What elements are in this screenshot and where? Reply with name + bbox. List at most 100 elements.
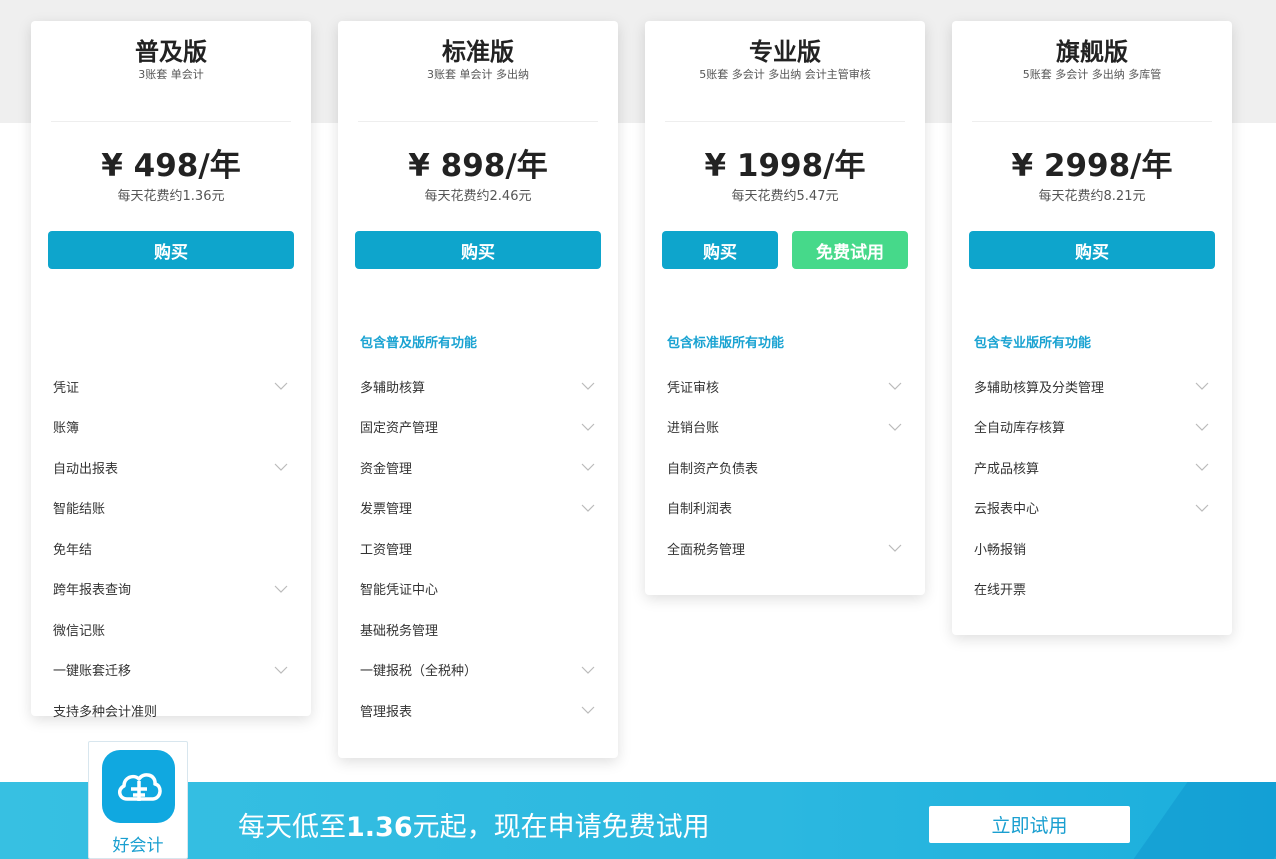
chevron-down-icon[interactable] bbox=[580, 503, 596, 513]
chevron-down-icon[interactable] bbox=[887, 543, 903, 553]
plan-header: 旗舰版 5账套 多会计 多出纳 多库管 bbox=[972, 21, 1212, 122]
chevron-down-icon[interactable] bbox=[273, 462, 289, 472]
plan-price: ¥ 2998/年 bbox=[1011, 148, 1173, 184]
buy-button[interactable]: 购买 bbox=[969, 231, 1215, 269]
chevron-down-icon[interactable] bbox=[1194, 381, 1210, 391]
feature-item[interactable]: 进销台账 bbox=[667, 407, 903, 448]
buy-button[interactable]: 购买 bbox=[355, 231, 601, 269]
plan-name: 标准版 bbox=[442, 38, 514, 66]
chevron-down-icon[interactable] bbox=[1194, 462, 1210, 472]
feature-item[interactable]: 自动出报表 bbox=[53, 447, 289, 488]
feature-label: 凭证审核 bbox=[667, 380, 720, 396]
chevron-down-icon[interactable] bbox=[273, 665, 289, 675]
feature-item[interactable]: 一键账套迁移 bbox=[53, 650, 289, 691]
feature-label: 免年结 bbox=[53, 542, 93, 558]
plan-name: 专业版 bbox=[749, 38, 821, 66]
feature-label: 跨年报表查询 bbox=[53, 583, 132, 599]
feature-item[interactable]: 固定资产管理 bbox=[360, 407, 596, 448]
chevron-down-icon[interactable] bbox=[580, 462, 596, 472]
feature-label: 小畅报销 bbox=[974, 542, 1027, 558]
feature-item: 智能结账 bbox=[53, 488, 289, 529]
feature-item[interactable]: 发票管理 bbox=[360, 488, 596, 529]
feature-list: 包含普及版所有功能 多辅助核算 固定资产管理 资金管理 发票管理 工资管理 智能… bbox=[360, 326, 596, 731]
feature-label: 资金管理 bbox=[360, 461, 413, 477]
feature-label: 自动出报表 bbox=[53, 461, 119, 477]
feature-item[interactable]: 云报表中心 bbox=[974, 488, 1210, 529]
feature-label: 多辅助核算及分类管理 bbox=[974, 380, 1105, 396]
plan-card-standard: 标准版 3账套 单会计 多出纳 ¥ 898/年 每天花费约2.46元 购买 包含… bbox=[338, 21, 618, 758]
free-trial-button[interactable]: 免费试用 bbox=[792, 231, 908, 269]
logo-label: 好会计 bbox=[112, 836, 164, 856]
feature-item: 基础税务管理 bbox=[360, 609, 596, 650]
feature-item[interactable]: 资金管理 bbox=[360, 447, 596, 488]
chevron-down-icon[interactable] bbox=[887, 422, 903, 432]
feature-label: 智能凭证中心 bbox=[360, 583, 439, 599]
chevron-down-icon[interactable] bbox=[887, 381, 903, 391]
feature-list: 凭证 账簿 自动出报表 智能结账 免年结 跨年报表查询 微信记账 一键账套迁移 … bbox=[53, 326, 289, 731]
chevron-down-icon[interactable] bbox=[580, 705, 596, 715]
feature-label: 产成品核算 bbox=[974, 461, 1040, 477]
feature-label: 一键报税（全税种） bbox=[360, 664, 478, 680]
feature-label: 微信记账 bbox=[53, 623, 106, 639]
feature-label: 多辅助核算 bbox=[360, 380, 426, 396]
plan-daily-cost: 每天花费约1.36元 bbox=[117, 189, 225, 204]
feature-item[interactable]: 多辅助核算及分类管理 bbox=[974, 366, 1210, 407]
plan-price: ¥ 1998/年 bbox=[704, 148, 866, 184]
chevron-down-icon[interactable] bbox=[580, 422, 596, 432]
feature-item[interactable]: 多辅助核算 bbox=[360, 366, 596, 407]
feature-list-heading bbox=[53, 326, 289, 366]
plan-actions: 购买 bbox=[355, 231, 601, 269]
feature-item: 小畅报销 bbox=[974, 528, 1210, 569]
feature-item[interactable]: 跨年报表查询 bbox=[53, 569, 289, 610]
chevron-down-icon[interactable] bbox=[580, 381, 596, 391]
chevron-down-icon[interactable] bbox=[273, 381, 289, 391]
feature-item: 自制利润表 bbox=[667, 488, 903, 529]
promo-suffix: 元起，现在申请免费试用 bbox=[412, 812, 710, 843]
feature-label: 一键账套迁移 bbox=[53, 664, 132, 680]
feature-label: 账簿 bbox=[53, 421, 80, 437]
buy-button[interactable]: 购买 bbox=[662, 231, 778, 269]
feature-label: 自制利润表 bbox=[667, 502, 733, 518]
feature-item: 支持多种会计准则 bbox=[53, 690, 289, 731]
feature-item: 免年结 bbox=[53, 528, 289, 569]
feature-item: 工资管理 bbox=[360, 528, 596, 569]
feature-item[interactable]: 一键报税（全税种） bbox=[360, 650, 596, 691]
plan-actions: 购买 免费试用 bbox=[662, 231, 908, 269]
chevron-down-icon[interactable] bbox=[1194, 503, 1210, 513]
plan-header: 标准版 3账套 单会计 多出纳 bbox=[358, 21, 598, 122]
feature-list: 包含标准版所有功能 凭证审核 进销台账 自制资产负债表 自制利润表 全面税务管理 bbox=[667, 326, 903, 569]
feature-item[interactable]: 凭证审核 bbox=[667, 366, 903, 407]
feature-item[interactable]: 凭证 bbox=[53, 366, 289, 407]
feature-label: 在线开票 bbox=[974, 583, 1027, 599]
feature-item[interactable]: 产成品核算 bbox=[974, 447, 1210, 488]
app-logo[interactable]: 好会计 bbox=[88, 741, 188, 859]
chevron-down-icon[interactable] bbox=[273, 584, 289, 594]
try-now-button[interactable]: 立即试用 bbox=[929, 806, 1130, 843]
feature-item: 账簿 bbox=[53, 407, 289, 448]
chevron-down-icon[interactable] bbox=[580, 665, 596, 675]
plan-daily-cost: 每天花费约5.47元 bbox=[731, 189, 839, 204]
feature-label: 智能结账 bbox=[53, 502, 106, 518]
feature-item[interactable]: 管理报表 bbox=[360, 690, 596, 731]
feature-label: 工资管理 bbox=[360, 542, 413, 558]
feature-label: 进销台账 bbox=[667, 421, 720, 437]
feature-list: 包含专业版所有功能 多辅助核算及分类管理 全自动库存核算 产成品核算 云报表中心… bbox=[974, 326, 1210, 609]
feature-item[interactable]: 全面税务管理 bbox=[667, 528, 903, 569]
plan-daily-cost: 每天花费约8.21元 bbox=[1038, 189, 1146, 204]
plan-name: 普及版 bbox=[135, 38, 207, 66]
plan-daily-cost: 每天花费约2.46元 bbox=[424, 189, 532, 204]
buy-button[interactable]: 购买 bbox=[48, 231, 294, 269]
pricing-cards: 普及版 3账套 单会计 ¥ 498/年 每天花费约1.36元 购买 凭证 账簿 … bbox=[0, 0, 1276, 780]
feature-list-heading: 包含专业版所有功能 bbox=[974, 336, 1092, 351]
feature-item[interactable]: 全自动库存核算 bbox=[974, 407, 1210, 448]
promo-text: 每天低至1.36元起，现在申请免费试用 bbox=[238, 810, 710, 846]
chevron-down-icon[interactable] bbox=[1194, 422, 1210, 432]
promo-banner: 每天低至1.36元起，现在申请免费试用 立即试用 bbox=[0, 782, 1276, 859]
feature-item: 自制资产负债表 bbox=[667, 447, 903, 488]
feature-label: 固定资产管理 bbox=[360, 421, 439, 437]
feature-label: 自制资产负债表 bbox=[667, 461, 759, 477]
plan-card-flagship: 旗舰版 5账套 多会计 多出纳 多库管 ¥ 2998/年 每天花费约8.21元 … bbox=[952, 21, 1232, 635]
feature-label: 全自动库存核算 bbox=[974, 421, 1066, 437]
feature-label: 凭证 bbox=[53, 380, 80, 396]
plan-subtitle: 3账套 单会计 bbox=[138, 68, 204, 81]
